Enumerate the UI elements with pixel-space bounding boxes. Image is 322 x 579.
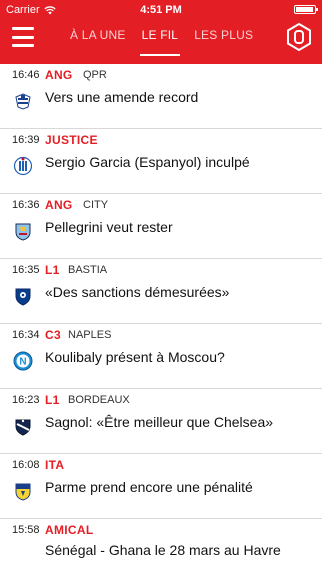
item-headline: Koulibaly présent à Moscou? bbox=[45, 349, 225, 365]
status-right bbox=[294, 5, 318, 14]
item-subcategory: NAPLES bbox=[68, 329, 112, 341]
napoli-crest-icon: N bbox=[13, 351, 33, 371]
qpr-crest-icon bbox=[15, 93, 31, 110]
item-category: C3 bbox=[45, 328, 61, 342]
news-item[interactable]: 16:34 C3 NAPLES N Koulibaly présent à Mo… bbox=[0, 324, 322, 389]
top-nav: À LA UNE LE FIL LES PLUS bbox=[0, 20, 322, 64]
status-bar: Carrier 4:51 PM bbox=[0, 0, 322, 20]
item-headline: Sénégal - Ghana le 28 mars au Havre bbox=[45, 542, 281, 558]
battery-icon bbox=[294, 5, 318, 14]
item-subcategory: BASTIA bbox=[68, 264, 108, 276]
item-category: L1 bbox=[45, 263, 60, 277]
espanyol-crest-icon bbox=[13, 156, 33, 176]
news-item[interactable]: 16:36 ANG CITY Pellegrini veut rester bbox=[0, 194, 322, 259]
tab-bar: À LA UNE LE FIL LES PLUS bbox=[68, 28, 255, 56]
item-subcategory: QPR bbox=[83, 69, 107, 81]
item-subcategory: BORDEAUX bbox=[68, 394, 130, 406]
item-category: JUSTICE bbox=[45, 133, 98, 147]
tab-les-plus[interactable]: LES PLUS bbox=[192, 28, 255, 56]
app-header: Carrier 4:51 PM À LA UNE LE FIL LES PLUS bbox=[0, 0, 322, 64]
item-time: 16:39 bbox=[12, 134, 40, 146]
news-item[interactable]: 16:08 ITA Parme prend encore une pénalit… bbox=[0, 454, 322, 519]
status-time: 4:51 PM bbox=[140, 4, 182, 16]
news-feed: 16:46 ANG QPR Vers une amende record 16:… bbox=[0, 64, 322, 579]
item-category: ANG bbox=[45, 68, 73, 82]
item-time: 16:46 bbox=[12, 69, 40, 81]
item-subcategory: CITY bbox=[83, 199, 109, 211]
news-item[interactable]: 16:39 JUSTICE Sergio Garcia (Espanyol) i… bbox=[0, 129, 322, 194]
item-category: AMICAL bbox=[45, 523, 94, 537]
bordeaux-crest-icon bbox=[15, 419, 31, 436]
item-headline: «Des sanctions démesurées» bbox=[45, 284, 230, 300]
tab-le-fil[interactable]: LE FIL bbox=[139, 28, 181, 56]
item-headline: Pellegrini veut rester bbox=[45, 219, 173, 235]
hexagon-zero-icon[interactable] bbox=[286, 23, 312, 51]
parma-crest-icon bbox=[15, 483, 31, 501]
svg-text:N: N bbox=[19, 357, 26, 368]
news-item[interactable]: 15:58 AMICAL Sénégal - Ghana le 28 mars … bbox=[0, 519, 322, 579]
item-category: L1 bbox=[45, 393, 60, 407]
hamburger-menu-icon[interactable] bbox=[12, 27, 34, 47]
news-item[interactable]: 16:35 L1 BASTIA «Des sanctions démesurée… bbox=[0, 259, 322, 324]
man-city-crest-icon bbox=[15, 223, 31, 241]
item-time: 15:58 bbox=[12, 524, 40, 536]
tab-a-la-une[interactable]: À LA UNE bbox=[68, 28, 128, 56]
item-headline: Parme prend encore une pénalité bbox=[45, 479, 253, 495]
news-item[interactable]: 16:46 ANG QPR Vers une amende record bbox=[0, 64, 322, 129]
item-headline: Sagnol: «Être meilleur que Chelsea» bbox=[45, 414, 274, 430]
news-item[interactable]: 16:23 L1 BORDEAUX Sagnol: «Être meilleur… bbox=[0, 389, 322, 454]
item-time: 16:36 bbox=[12, 199, 40, 211]
item-headline: Sergio Garcia (Espanyol) inculpé bbox=[45, 154, 250, 170]
item-time: 16:23 bbox=[12, 394, 40, 406]
bastia-crest-icon bbox=[15, 288, 31, 306]
item-time: 16:35 bbox=[12, 264, 40, 276]
item-time: 16:08 bbox=[12, 459, 40, 471]
item-category: ANG bbox=[45, 198, 73, 212]
item-category: ITA bbox=[45, 458, 65, 472]
item-time: 16:34 bbox=[12, 329, 40, 341]
item-headline: Vers une amende record bbox=[45, 89, 199, 105]
